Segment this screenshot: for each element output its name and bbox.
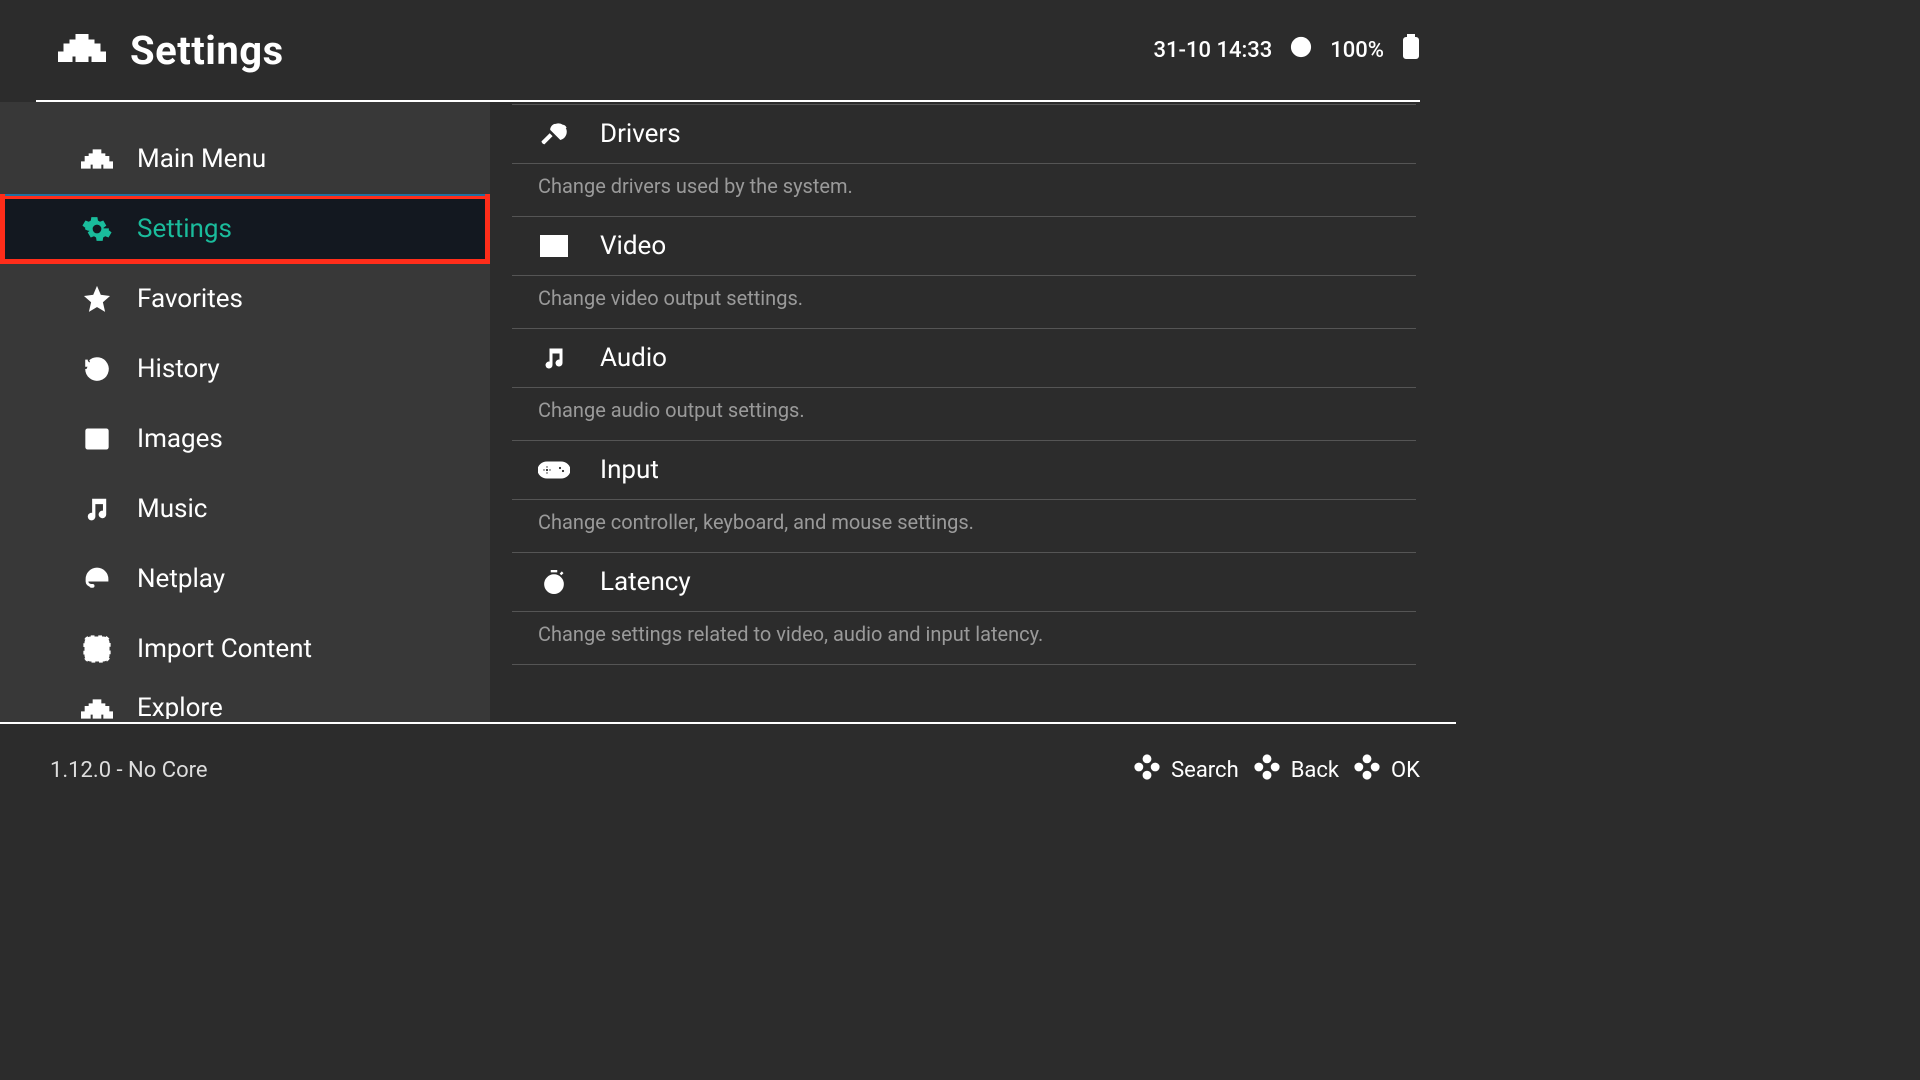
version-text: 1.12.0 - No Core	[50, 758, 208, 783]
datetime: 31-10 14:33	[1154, 38, 1273, 63]
dpad-right-icon	[1253, 753, 1281, 787]
sidebar-item-explore[interactable]: Explore	[0, 684, 490, 722]
sidebar-item-label: Explore	[137, 693, 223, 722]
content: Main Menu Settings Favorites History Ima…	[0, 102, 1456, 722]
music-icon	[538, 342, 570, 374]
action-search[interactable]: Search	[1133, 753, 1239, 787]
film-icon	[538, 230, 570, 262]
setting-row-drivers[interactable]: Drivers Change drivers used by the syste…	[512, 104, 1416, 217]
sidebar-item-netplay[interactable]: Netplay	[0, 544, 490, 614]
setting-row-video[interactable]: Video Change video output settings.	[512, 217, 1416, 329]
sidebar-item-label: Netplay	[137, 564, 225, 594]
page-title: Settings	[130, 27, 284, 74]
history-icon	[81, 353, 113, 385]
setting-row-audio[interactable]: Audio Change audio output settings.	[512, 329, 1416, 441]
action-label: Search	[1171, 758, 1239, 783]
footer-actions: Search Back OK	[1133, 753, 1420, 787]
sidebar: Main Menu Settings Favorites History Ima…	[0, 102, 490, 722]
headset-icon	[81, 563, 113, 595]
sidebar-item-main-menu[interactable]: Main Menu	[0, 124, 490, 194]
sidebar-item-label: Favorites	[137, 284, 243, 314]
add-dashed-icon	[81, 633, 113, 665]
setting-desc: Change video output settings.	[512, 275, 1416, 328]
header-right: 31-10 14:33 100%	[1154, 34, 1421, 66]
sidebar-item-label: Music	[137, 494, 207, 524]
setting-desc: Change drivers used by the system.	[512, 163, 1416, 216]
setting-title: Video	[600, 231, 666, 261]
sidebar-item-favorites[interactable]: Favorites	[0, 264, 490, 334]
setting-desc: Change audio output settings.	[512, 387, 1416, 440]
music-icon	[81, 493, 113, 525]
sidebar-item-label: History	[137, 354, 220, 384]
setting-title: Input	[600, 455, 659, 485]
action-ok[interactable]: OK	[1353, 753, 1420, 787]
battery-charging-icon	[1402, 34, 1420, 66]
setting-row-latency[interactable]: Latency Change settings related to video…	[512, 553, 1416, 665]
setting-row-input[interactable]: Input Change controller, keyboard, and m…	[512, 441, 1416, 553]
battery-percent: 100%	[1330, 38, 1384, 63]
sidebar-item-label: Settings	[137, 214, 232, 244]
retroarch-icon	[81, 143, 113, 175]
image-icon	[81, 423, 113, 455]
sidebar-item-history[interactable]: History	[0, 334, 490, 404]
setting-desc: Change controller, keyboard, and mouse s…	[512, 499, 1416, 552]
setting-title: Latency	[600, 567, 691, 597]
sidebar-item-settings[interactable]: Settings	[0, 194, 490, 264]
action-label: Back	[1291, 758, 1339, 783]
main-panel: Drivers Change drivers used by the syste…	[490, 102, 1456, 722]
dpad-up-icon	[1133, 753, 1161, 787]
dpad-down-icon	[1353, 753, 1381, 787]
sidebar-item-label: Import Content	[137, 634, 312, 664]
sidebar-item-music[interactable]: Music	[0, 474, 490, 544]
retroarch-icon	[81, 693, 113, 722]
gamepad-icon	[538, 454, 570, 486]
setting-desc: Change settings related to video, audio …	[512, 611, 1416, 664]
header: Settings 31-10 14:33 100%	[0, 0, 1456, 100]
footer: 1.12.0 - No Core Search Back OK	[0, 722, 1456, 816]
action-label: OK	[1391, 758, 1420, 783]
setting-title: Drivers	[600, 119, 681, 149]
sidebar-item-label: Images	[137, 424, 223, 454]
setting-title: Audio	[600, 343, 667, 373]
sidebar-item-import-content[interactable]: Import Content	[0, 614, 490, 684]
tools-icon	[538, 118, 570, 150]
retroarch-logo-icon	[58, 34, 106, 66]
action-back[interactable]: Back	[1253, 753, 1339, 787]
clock-icon	[1290, 36, 1312, 64]
sidebar-item-images[interactable]: Images	[0, 404, 490, 474]
sidebar-item-label: Main Menu	[137, 144, 266, 174]
star-icon	[81, 283, 113, 315]
gear-icon	[81, 213, 113, 245]
header-left: Settings	[58, 27, 284, 74]
stopwatch-icon	[538, 566, 570, 598]
